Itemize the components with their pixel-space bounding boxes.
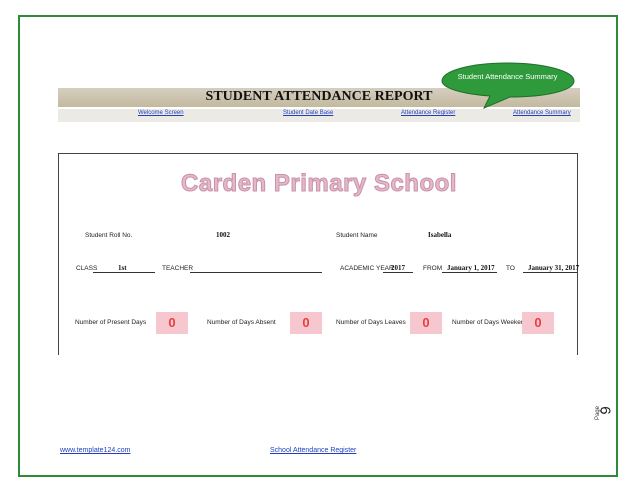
days-weekend-count: 0 [522,312,554,334]
present-days-label: Number of Present Days [75,319,147,326]
nav-links-row: Welcome Screen Student Date Base Attenda… [58,109,580,122]
page-number: Page 9 [595,402,618,432]
teacher-label: TEACHER [162,265,194,272]
nav-link-attendance-register[interactable]: Attendance Register [401,110,455,116]
callout-text: Student Attendance Summary [457,72,558,81]
from-label: FROM [423,265,443,272]
days-absent-count: 0 [290,312,322,334]
nav-link-student-data-base[interactable]: Student Date Base [283,110,333,116]
student-attendance-summary-callout[interactable]: Student Attendance Summary [440,61,575,109]
teacher-underline [190,272,322,273]
nav-link-attendance-summary[interactable]: Attendance Summary [513,110,571,116]
days-weekend-label: Number of Days Weekend [452,319,529,326]
to-underline [523,272,577,273]
class-underline [93,272,155,273]
nav-link-welcome-screen[interactable]: Welcome Screen [138,110,184,116]
days-leaves-count: 0 [410,312,442,334]
footer-document-title-link[interactable]: School Attendance Register [270,447,356,454]
class-value: 1st [118,264,127,272]
page-number-value: 9 [597,406,615,415]
student-roll-label: Student Roll No. [85,232,133,239]
student-name-label: Student Name [336,232,378,239]
from-value: January 1, 2017 [447,264,495,272]
present-days-count: 0 [156,312,188,334]
academic-year-underline [383,272,413,273]
class-label: CLASS [76,265,98,272]
days-leaves-label: Number of Days Leaves [336,319,406,326]
from-underline [442,272,497,273]
to-value: January 31, 2017 [528,264,580,272]
student-roll-value: 1002 [216,231,230,239]
to-label: TO [506,265,515,272]
academic-year-value: 2017 [391,264,405,272]
school-name: Carden Primary School [181,170,457,198]
footer-website-link[interactable]: www.template124.com [60,447,130,454]
days-absent-label: Number of Days Absent [207,319,276,326]
academic-year-label: ACADEMIC YEAR [340,265,394,272]
student-name-value: Isabella [428,231,452,239]
